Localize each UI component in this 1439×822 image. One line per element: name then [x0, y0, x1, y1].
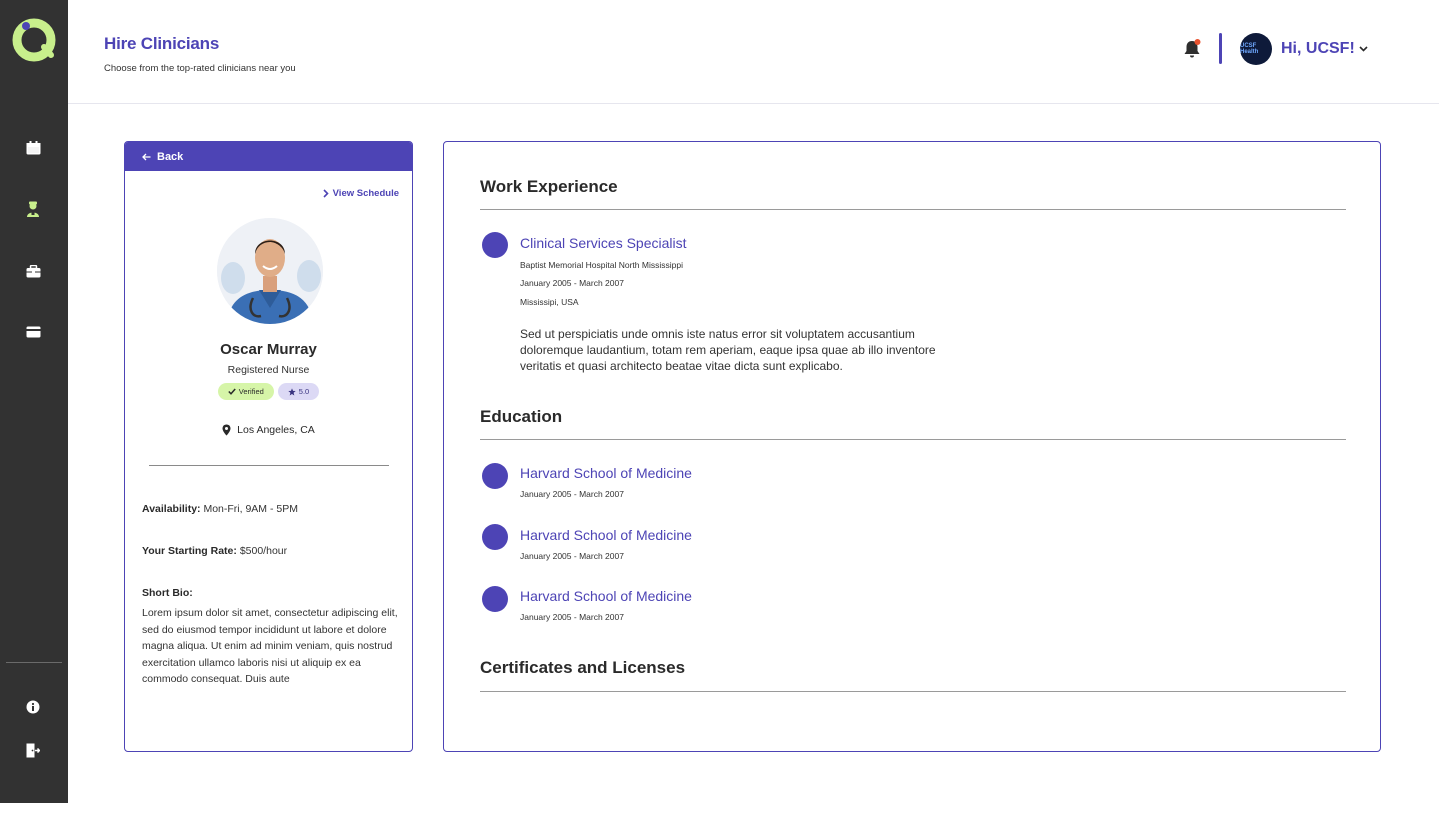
- clinician-photo: [217, 218, 323, 324]
- profile-divider: [149, 465, 389, 466]
- logout-icon[interactable]: [22, 739, 44, 761]
- sidebar: [0, 0, 68, 803]
- education-divider: [480, 439, 1346, 440]
- timeline-dot: [482, 232, 508, 258]
- clinician-icon[interactable]: [22, 198, 44, 220]
- org-avatar-text: UCSF Health: [1240, 43, 1259, 55]
- verified-badge: Verified: [217, 383, 274, 400]
- availability-value: Mon-Fri, 9AM - 5PM: [203, 503, 298, 515]
- arrow-left-icon: [142, 153, 151, 160]
- verified-label: Verified: [238, 387, 264, 396]
- job-dates: January 2005 - March 2007: [520, 278, 624, 288]
- view-schedule-label: View Schedule: [332, 188, 399, 199]
- notification-bell-icon[interactable]: [1182, 38, 1202, 60]
- user-menu[interactable]: Hi, UCSF!: [1281, 40, 1368, 58]
- school-dates: January 2005 - March 2007: [520, 489, 624, 499]
- job-title[interactable]: Clinical Services Specialist: [520, 235, 687, 251]
- back-label: Back: [157, 150, 184, 163]
- bio-label: Short Bio:: [142, 587, 193, 599]
- credit-card-icon[interactable]: [22, 321, 44, 343]
- school-name[interactable]: Harvard School of Medicine: [520, 527, 692, 543]
- header-divider: [1219, 33, 1222, 64]
- location: Los Angeles, CA: [125, 424, 412, 436]
- check-icon: [228, 388, 236, 395]
- starting-rate: Your Starting Rate: $500/hour: [142, 545, 287, 557]
- clinician-details-card: Work Experience Clinical Services Specia…: [443, 141, 1381, 752]
- star-icon: [288, 387, 296, 396]
- school-dates: January 2005 - March 2007: [520, 612, 624, 622]
- job-location: Mississipi, USA: [520, 297, 579, 307]
- info-icon[interactable]: [22, 696, 44, 718]
- location-text: Los Angeles, CA: [237, 424, 315, 436]
- timeline-dot: [482, 524, 508, 550]
- certificates-divider: [480, 691, 1346, 692]
- calendar-icon[interactable]: [22, 137, 44, 159]
- chevron-down-icon: [1359, 46, 1368, 52]
- map-pin-icon: [222, 424, 231, 436]
- view-schedule-link[interactable]: View Schedule: [323, 188, 399, 199]
- clinician-name: Oscar Murray: [220, 341, 317, 358]
- bio-text: Lorem ipsum dolor sit amet, consectetur …: [142, 607, 398, 685]
- rating-badge: 5.0: [277, 383, 320, 400]
- rating-value: 5.0: [298, 387, 310, 396]
- rate-value: $500/hour: [239, 545, 288, 557]
- availability: Availability: Mon-Fri, 9AM - 5PM: [142, 503, 298, 515]
- work-divider: [480, 209, 1346, 210]
- clinician-profile-card: Back View Schedule Oscar Murray Register…: [124, 141, 413, 752]
- job-description: Sed ut perspiciatis unde omnis iste natu…: [520, 327, 936, 373]
- timeline-dot: [482, 586, 508, 612]
- clinician-role: Registered Nurse: [227, 364, 310, 376]
- work-experience-title: Work Experience: [480, 177, 618, 196]
- school-name[interactable]: Harvard School of Medicine: [520, 588, 692, 604]
- sidebar-divider: [6, 662, 62, 663]
- certificates-title: Certificates and Licenses: [480, 658, 686, 677]
- org-avatar[interactable]: UCSF Health: [1240, 33, 1272, 65]
- page-title: Hire Clinicians: [104, 34, 220, 53]
- badge-row: Verified 5.0: [125, 383, 412, 400]
- chevron-right-icon: [323, 189, 329, 198]
- back-button[interactable]: Back: [125, 142, 412, 171]
- top-header: Hire Clinicians Choose from the top-rate…: [68, 0, 1439, 104]
- availability-label: Availability:: [142, 503, 201, 515]
- school-name[interactable]: Harvard School of Medicine: [520, 465, 692, 481]
- rate-label: Your Starting Rate:: [142, 545, 237, 557]
- app-logo[interactable]: [11, 17, 57, 63]
- briefcase-icon[interactable]: [22, 260, 44, 282]
- timeline-dot: [482, 463, 508, 489]
- job-organization: Baptist Memorial Hospital North Mississi…: [520, 260, 683, 270]
- school-dates: January 2005 - March 2007: [520, 551, 624, 561]
- page-subtitle: Choose from the top-rated clinicians nea…: [104, 63, 296, 74]
- education-title: Education: [480, 407, 563, 426]
- greeting-text: Hi, UCSF!: [1281, 40, 1355, 57]
